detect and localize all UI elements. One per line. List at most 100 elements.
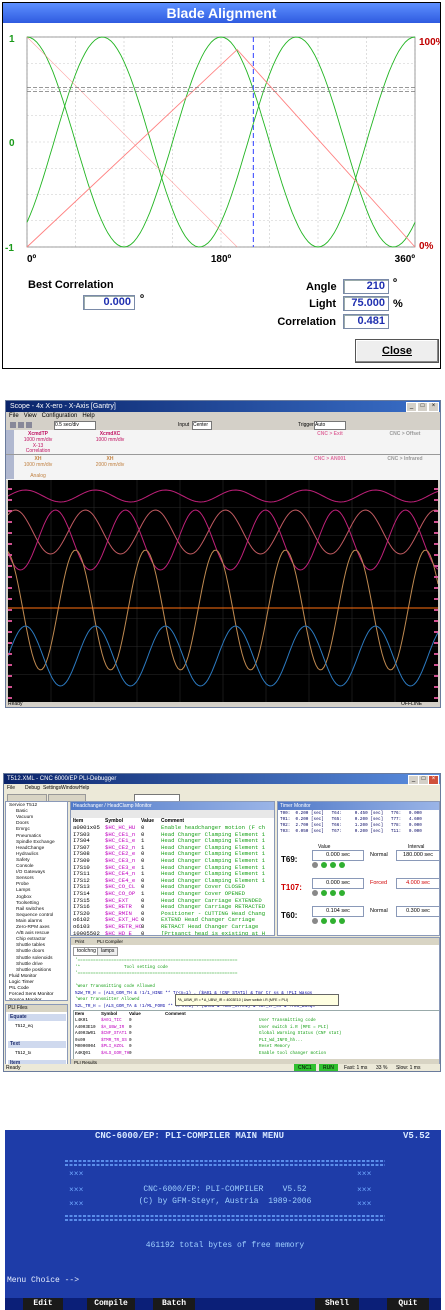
channel-scale: 1000 mm/div <box>23 462 53 468</box>
quit-key[interactable]: Quit <box>387 1298 429 1310</box>
timer-control-icon[interactable] <box>339 890 345 896</box>
timer-control-icon[interactable] <box>321 890 327 896</box>
right-axis-top: 100% <box>419 37 440 48</box>
banner-line-2: (C) by GFM-Steyr, Austria 1989-2006 <box>138 1197 312 1206</box>
timer-control-icon[interactable] <box>339 918 345 924</box>
close-button[interactable]: Close <box>355 339 439 363</box>
file-item[interactable]: T512_tx <box>15 1050 31 1055</box>
source-tab[interactable]: Print <box>75 938 84 945</box>
batch-key[interactable]: Batch <box>153 1298 195 1310</box>
source-toolbar <box>71 938 439 945</box>
marker-right <box>434 697 438 699</box>
timer-interval-field[interactable]: 0.300 sec <box>396 906 439 917</box>
open-icon[interactable] <box>10 422 16 428</box>
timer-control-icon[interactable] <box>312 890 318 896</box>
input-label: Input <box>178 422 190 428</box>
angle-field[interactable]: 210 <box>343 279 389 294</box>
variable-column-header[interactable]: Symbol <box>101 1011 117 1016</box>
correlation-field[interactable]: 0.481 <box>343 314 389 329</box>
channel-cell[interactable]: CNC > Exit <box>300 431 360 454</box>
edit-key[interactable]: Edit <box>23 1298 63 1310</box>
menu-configuration[interactable]: Configuration <box>42 413 78 419</box>
minimize-button[interactable]: _ <box>406 402 417 412</box>
channel-cell[interactable]: CNC > Infrared <box>375 456 435 479</box>
channel-cell[interactable]: XH 1000 mm/div Analog <box>8 456 68 479</box>
timer-control-icon[interactable] <box>312 918 318 924</box>
variable-cell: $TMR_TR_SS <box>101 1037 127 1043</box>
timer-value-field[interactable]: 0.104 sec <box>312 906 364 917</box>
variable-cell: $ALS_GOR_TH <box>101 1050 130 1056</box>
module-tree[interactable]: Service T512 Basic Vacuum Doors Emrgc Pneumat… <box>5 801 68 1001</box>
source-line: '=======================================… <box>75 958 238 963</box>
menu-help[interactable]: Help <box>82 413 94 419</box>
timer-summary-line: T00: 0.200 [sec] T64: 0.450 [sec] T76: 0… <box>280 811 422 816</box>
menu-file[interactable]: File <box>9 413 19 419</box>
light-curve-2 <box>26 36 238 248</box>
source-line: 'Wear Transmitter Allowed <box>75 997 140 1002</box>
variable-cell: 0x09 <box>75 1037 86 1043</box>
channel-cell[interactable]: CNC > Offset <box>375 431 435 454</box>
run-badge: RUN <box>319 1064 338 1071</box>
timer-control-icon[interactable] <box>321 862 327 868</box>
marker-left <box>8 642 12 644</box>
menu-help[interactable]: Help <box>79 784 89 792</box>
timer-interval-field[interactable]: 4.000 sec <box>396 878 439 889</box>
best-correlation-label: Best Correlation <box>28 279 114 291</box>
channel-cell[interactable]: XcmdXC 1000 mm/div <box>80 431 140 454</box>
file-tab[interactable]: toolchng <box>73 947 100 956</box>
shell-key[interactable]: Shell <box>315 1298 359 1310</box>
channel-cell[interactable]: CNC > AN001 <box>300 456 360 479</box>
save-icon[interactable] <box>18 422 24 428</box>
variable-cell: User Transmitting code <box>259 1018 316 1023</box>
print-icon[interactable] <box>26 422 32 428</box>
tree-item[interactable]: Source Monitor <box>9 998 42 1000</box>
menu-file[interactable]: File <box>7 784 15 792</box>
item-cell: 10005502 <box>73 929 100 936</box>
marker-left <box>8 532 12 534</box>
menu-settings[interactable]: Settings <box>43 784 61 792</box>
file-item[interactable]: T512_eq <box>15 1023 33 1028</box>
menu-window[interactable]: Window <box>61 784 79 792</box>
menu-debug[interactable]: Debug <box>25 784 40 792</box>
timer-control-icon[interactable] <box>339 862 345 868</box>
menu-view[interactable]: View <box>24 413 37 419</box>
compile-key[interactable]: Compile <box>87 1298 135 1310</box>
timer-control-icon[interactable] <box>312 862 318 868</box>
timer-control-icon[interactable] <box>330 918 336 924</box>
file-tab[interactable]: lamps <box>97 947 119 956</box>
center-button[interactable]: Center <box>192 421 212 430</box>
best-correlation-field[interactable]: 0.000 <box>83 295 135 310</box>
timer-control-icon[interactable] <box>330 862 336 868</box>
variable-cell: $PLI_HZOL <box>101 1044 125 1049</box>
timer-control-icon[interactable] <box>330 890 336 896</box>
scope-window: Scope - 4x X-ero - X-Axis [Gantry] _ □ ×… <box>5 400 441 708</box>
variable-column-header[interactable]: Item <box>75 1011 84 1016</box>
close-button[interactable]: × <box>428 402 439 412</box>
maximize-button[interactable]: □ <box>417 402 428 412</box>
light-field[interactable]: 75.000 <box>343 296 389 311</box>
trigger-select[interactable]: Auto <box>314 421 346 430</box>
files-group[interactable]: Text <box>8 1041 66 1048</box>
variable-column-header[interactable]: Comment <box>165 1011 186 1016</box>
source-tab[interactable]: PLI Compiler <box>97 938 123 945</box>
variable-column-header[interactable]: Value <box>129 1011 141 1016</box>
timer-value-field[interactable]: 0.000 sec <box>312 878 364 889</box>
channel-cell[interactable]: XH 2000 mm/div <box>80 456 140 479</box>
status-left: Ready <box>8 701 23 707</box>
timer-value-field[interactable]: 0.000 sec <box>312 850 364 861</box>
symbol-tooltip: ªA_UBW_IR = ª A_UBW_IR = 4003E10 | User … <box>175 994 339 1006</box>
marker-left <box>8 598 12 600</box>
menu-choice-prompt[interactable]: Menu Choice --> <box>7 1276 79 1285</box>
files-title: PLI Files <box>6 1005 67 1012</box>
time-div-select[interactable]: 0.5 sec/div <box>54 421 96 430</box>
timer-interval-field[interactable]: 180.000 sec <box>396 850 439 861</box>
window-title: Blade Alignment <box>3 3 440 23</box>
timer-control-icon[interactable] <box>321 918 327 924</box>
light-unit: % <box>393 298 403 310</box>
channel-cell[interactable]: XcmdTP 1000 mm/div X-13 Correlation <box>8 431 68 454</box>
variable-cell: L4K01 <box>75 1018 88 1023</box>
files-group[interactable]: Equate <box>8 1014 66 1021</box>
channel-note: Analog <box>30 473 46 479</box>
marker-right <box>434 609 438 611</box>
blade-alignment-window: Blade Alignment 1 0 -1 100% 0% 0º 180º 360º Bes… <box>2 2 441 369</box>
